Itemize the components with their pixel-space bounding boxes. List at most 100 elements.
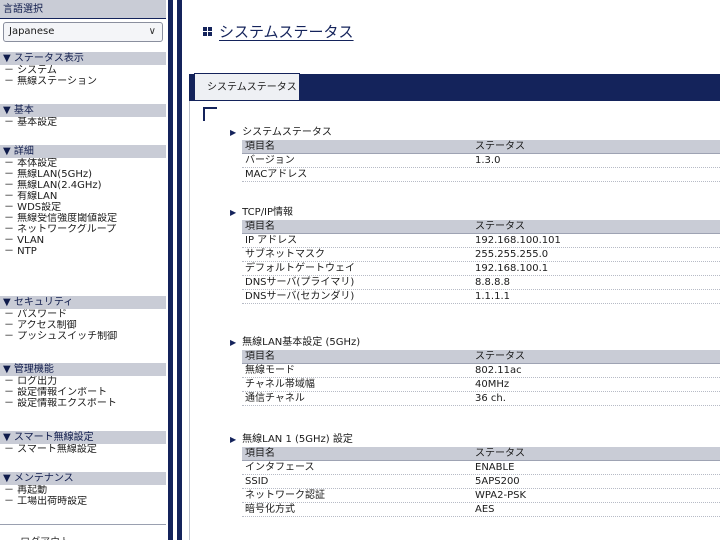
row-name: 暗号化方式	[245, 504, 295, 515]
table-row: DNSサーバ(セカンダリ) 1.1.1.1	[242, 290, 720, 304]
column-header-name: 項目名	[245, 351, 275, 362]
nav-item-access-control[interactable]: － アクセス制御	[0, 320, 168, 331]
row-name: 無線モード	[245, 365, 295, 376]
row-value: ENABLE	[475, 462, 515, 473]
column-header-status: ステータス	[475, 448, 525, 459]
nav-item-vlan[interactable]: － VLAN	[0, 235, 168, 246]
table-header-row: 項目名 ステータス	[242, 220, 720, 234]
row-name: インタフェース	[245, 462, 315, 473]
block-title-text: システムステータス	[242, 127, 332, 138]
row-name: 通信チャネル	[245, 393, 305, 404]
table-row: IP アドレス 192.168.100.101	[242, 234, 720, 248]
nav-item-wireless-station[interactable]: － 無線ステーション	[0, 76, 168, 87]
page-title-text: システムステータス	[219, 23, 354, 41]
row-name: IP アドレス	[245, 235, 298, 246]
table-row: ネットワーク認証 WPA2-PSK	[242, 489, 720, 503]
column-header-name: 項目名	[245, 448, 275, 459]
nav-item-factory-reset[interactable]: － 工場出荷時設定	[0, 496, 168, 507]
nav-section-basic: ▼ 基本 － 基本設定	[0, 104, 168, 128]
column-header-status: ステータス	[475, 141, 525, 152]
table-header-row: 項目名 ステータス	[242, 140, 720, 154]
nav-section-title[interactable]: ▼ 基本	[0, 104, 166, 117]
nav-item-push-switch[interactable]: － プッシュスイッチ制御	[0, 331, 168, 342]
table-row: DNSサーバ(プライマリ) 8.8.8.8	[242, 276, 720, 290]
tcpip-block: ▶ TCP/IP情報 項目名 ステータス IP アドレス 192.168.100.…	[230, 206, 720, 326]
nav-section-title[interactable]: ▼ メンテナンス	[0, 472, 166, 485]
status-table: 項目名 ステータス IP アドレス 192.168.100.101 サブネットマ…	[242, 220, 720, 304]
nav-item-wired-lan[interactable]: － 有線LAN	[0, 191, 168, 202]
language-select[interactable]: Japanese ∨	[3, 22, 163, 42]
nav-item-password[interactable]: － パスワード	[0, 309, 168, 320]
language-select-value: Japanese	[9, 26, 55, 37]
row-value: 802.11ac	[475, 365, 522, 376]
nav-item-smart-wireless[interactable]: － スマート無線設定	[0, 444, 168, 455]
column-header-status: ステータス	[475, 351, 525, 362]
chevron-down-icon: ∨	[148, 26, 156, 37]
row-name: デフォルトゲートウェイ	[245, 263, 355, 274]
row-value: 1.1.1.1	[475, 291, 510, 302]
row-name: DNSサーバ(セカンダリ)	[245, 291, 355, 302]
table-row: SSID 5APS200	[242, 475, 720, 489]
table-row: インタフェース ENABLE	[242, 461, 720, 475]
nav-item-config-export[interactable]: － 設定情報エクスポート	[0, 398, 168, 409]
nav-item-wlan-24ghz[interactable]: － 無線LAN(2.4GHz)	[0, 180, 168, 191]
row-name: サブネットマスク	[245, 249, 325, 260]
nav-item-config-import[interactable]: － 設定情報インポート	[0, 387, 168, 398]
nav-item-basic-settings[interactable]: － 基本設定	[0, 117, 168, 128]
table-row: バージョン 1.3.0	[242, 154, 720, 168]
row-value: 255.255.255.0	[475, 249, 549, 260]
wlan1-5ghz-block: ▶ 無線LAN 1 (5GHz) 設定 項目名 ステータス インタフェース ENA…	[230, 433, 720, 537]
row-name: チャネル帯域幅	[245, 379, 315, 390]
nav-item-ntp[interactable]: － NTP	[0, 246, 168, 257]
nav-item-wlan-5ghz[interactable]: － 無線LAN(5GHz)	[0, 169, 168, 180]
table-header-row: 項目名 ステータス	[242, 350, 720, 364]
row-name: SSID	[245, 476, 269, 487]
row-value: 5APS200	[475, 476, 520, 487]
table-header-row: 項目名 ステータス	[242, 447, 720, 461]
nav-section-management: ▼ 管理機能 － ログ出力 － 設定情報インポート － 設定情報エクスポート	[0, 363, 168, 409]
nav-item-network-group[interactable]: － ネットワークグループ	[0, 224, 168, 235]
system-status-block: ▶ システムステータス 項目名 ステータス バージョン 1.3.0 MACアドレス	[230, 126, 720, 196]
nav-item-reboot[interactable]: － 再起動	[0, 485, 168, 496]
nav-item-rssi-threshold[interactable]: － 無線受信強度閾値設定	[0, 213, 168, 224]
sidebar-divider	[168, 0, 173, 540]
row-value: 40MHz	[475, 379, 510, 390]
logout-label: － ログアウト	[0, 525, 166, 540]
block-title-text: 無線LAN 1 (5GHz) 設定	[242, 434, 353, 445]
language-section-title: 言語選択	[0, 0, 166, 19]
table-row: MACアドレス	[242, 168, 720, 182]
sidebar-divider	[177, 0, 182, 540]
nav-section-smart-wireless: ▼ スマート無線設定 － スマート無線設定	[0, 431, 168, 455]
column-header-status: ステータス	[475, 221, 525, 232]
nav-section-title[interactable]: ▼ 詳細	[0, 145, 166, 158]
nav-section-advanced: ▼ 詳細 － 本体設定 － 無線LAN(5GHz) － 無線LAN(2.4GHz…	[0, 145, 168, 257]
row-value: 192.168.100.1	[475, 263, 549, 274]
block-title-text: 無線LAN基本設定 (5GHz)	[242, 337, 361, 348]
nav-item-system[interactable]: － システム	[0, 65, 168, 76]
nav-section-title[interactable]: ▼ 管理機能	[0, 363, 166, 376]
nav-section-maintenance: ▼ メンテナンス － 再起動 － 工場出荷時設定	[0, 472, 168, 507]
nav-item-device-settings[interactable]: － 本体設定	[0, 158, 168, 169]
panel-corner-mark	[203, 107, 205, 121]
block-title: ▶ システムステータス	[230, 126, 332, 139]
row-name: DNSサーバ(プライマリ)	[245, 277, 355, 288]
tab-system-status[interactable]: システムステータス	[194, 73, 300, 100]
nav-item-wds[interactable]: － WDS設定	[0, 202, 168, 213]
table-row: チャネル帯域幅 40MHz	[242, 378, 720, 392]
nav-item-log-output[interactable]: － ログ出力	[0, 376, 168, 387]
block-title: ▶ TCP/IP情報	[230, 206, 293, 219]
nav-section-title[interactable]: ▼ ステータス表示	[0, 52, 166, 65]
nav-section-title[interactable]: ▼ セキュリティ	[0, 296, 166, 309]
nav-section-title[interactable]: ▼ スマート無線設定	[0, 431, 166, 444]
logout-link[interactable]: － ログアウト	[0, 524, 166, 540]
table-row: サブネットマスク 255.255.255.0	[242, 248, 720, 262]
triangle-right-icon: ▶	[230, 338, 237, 347]
status-table: 項目名 ステータス バージョン 1.3.0 MACアドレス	[242, 140, 720, 182]
row-value: 192.168.100.101	[475, 235, 561, 246]
block-title: ▶ 無線LAN基本設定 (5GHz)	[230, 336, 360, 349]
table-row: 通信チャネル 36 ch.	[242, 392, 720, 406]
row-value: 36 ch.	[475, 393, 506, 404]
row-value: 1.3.0	[475, 155, 501, 166]
row-name: MACアドレス	[245, 169, 308, 180]
nav-section-status: ▼ ステータス表示 － システム － 無線ステーション	[0, 52, 168, 87]
